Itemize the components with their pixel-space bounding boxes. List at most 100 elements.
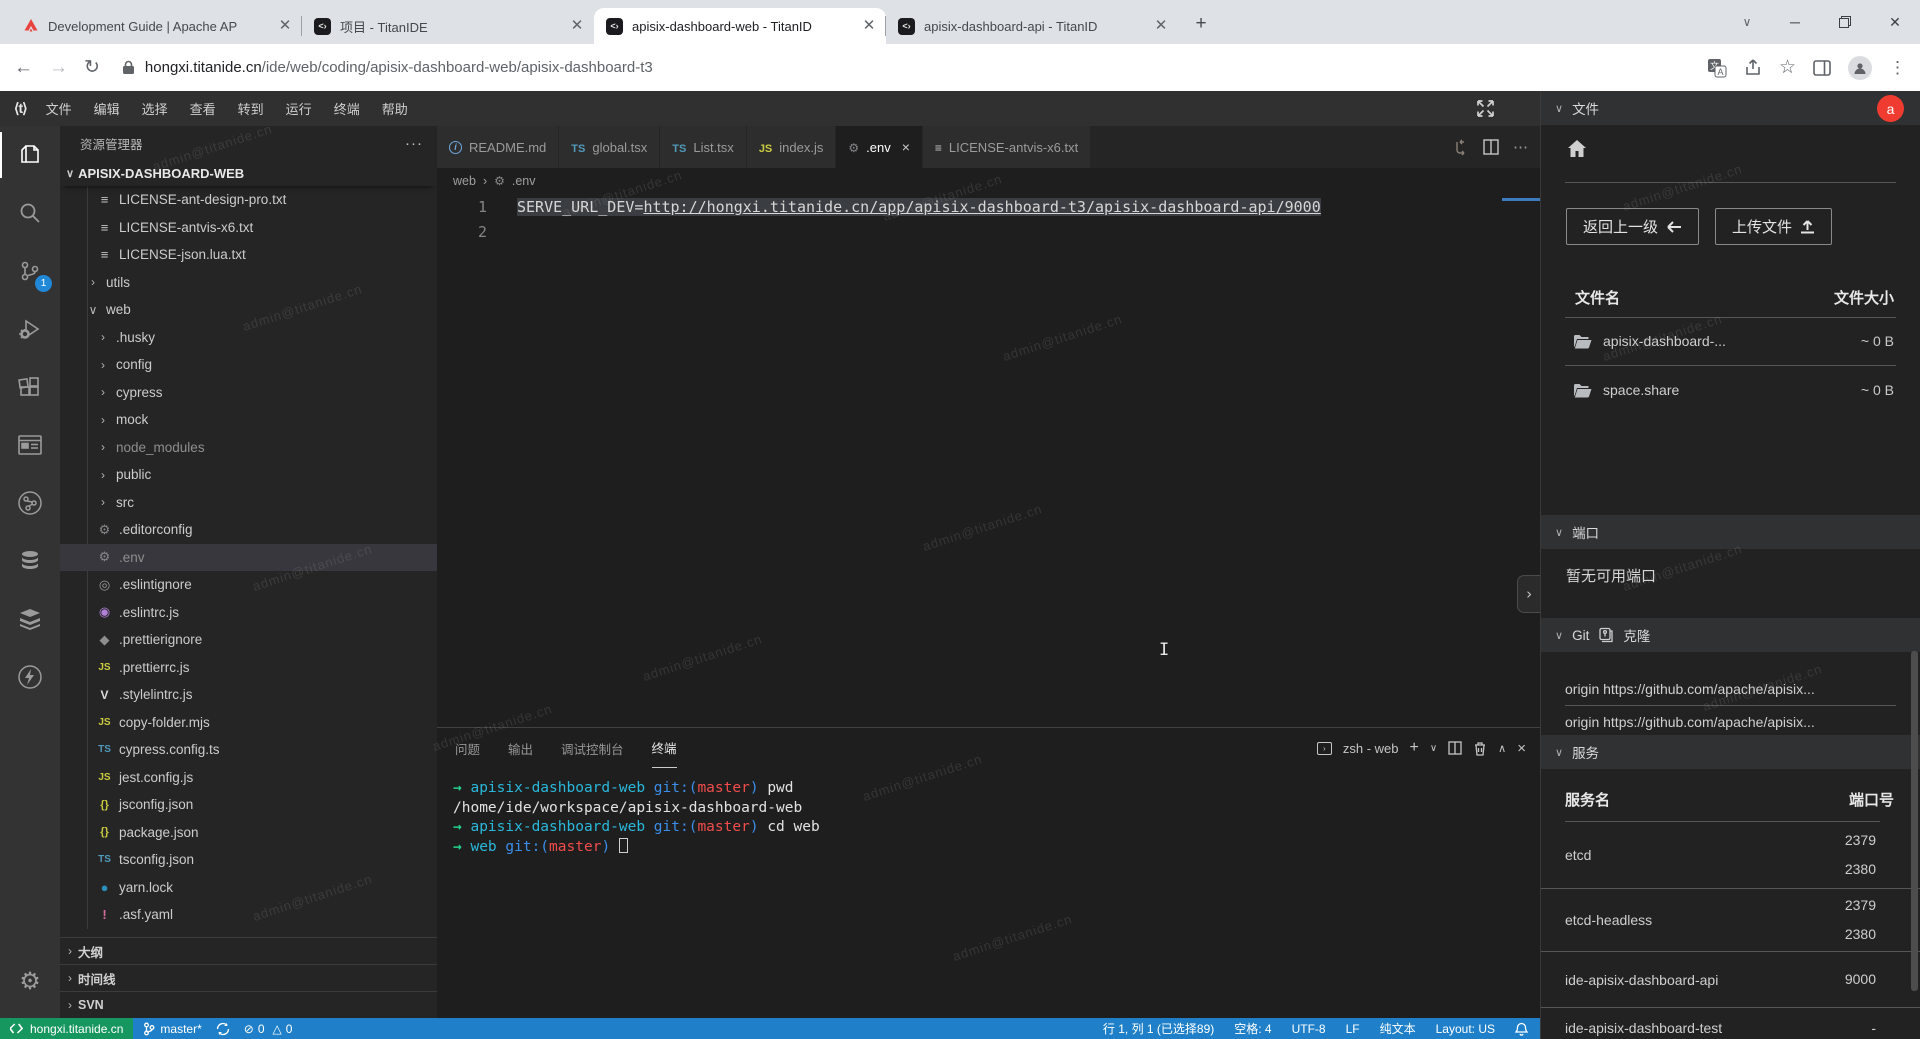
- svn-section[interactable]: ›SVN: [60, 991, 437, 1018]
- tree-file-package.json[interactable]: {}package.json: [60, 819, 437, 847]
- files-section-header[interactable]: ∨ 文件: [1541, 91, 1920, 125]
- split-editor-icon[interactable]: [1483, 139, 1499, 155]
- menu-2[interactable]: 编辑: [83, 91, 131, 126]
- explorer-activity-icon[interactable]: [0, 126, 60, 184]
- new-tab-button[interactable]: +: [1186, 9, 1216, 39]
- menu-1[interactable]: 文件: [35, 91, 83, 126]
- more-actions-icon[interactable]: ⋯: [1513, 138, 1528, 156]
- extensions-activity-icon[interactable]: [0, 358, 60, 416]
- encoding-setting[interactable]: UTF-8: [1292, 1022, 1326, 1036]
- service-row-etcd-headless[interactable]: etcd-headless23792380: [1541, 889, 1920, 952]
- services-section-header[interactable]: ∨ 服务: [1541, 735, 1920, 769]
- tree-file-.prettierignore[interactable]: ◆.prettierignore: [60, 626, 437, 654]
- panel-tab-输出[interactable]: 输出: [508, 728, 533, 768]
- tree-file-LICENSE-ant-design-pro.txt[interactable]: ≡LICENSE-ant-design-pro.txt: [60, 186, 437, 214]
- git-remote-row[interactable]: origin https://github.com/apache/apisix.…: [1541, 709, 1920, 735]
- file-row-apisix-dashboard-...[interactable]: apisix-dashboard-...~ 0 B: [1541, 321, 1920, 361]
- tree-file-.editorconfig[interactable]: ⚙.editorconfig: [60, 516, 437, 544]
- browser-menu-kebab-icon[interactable]: ⋮: [1889, 58, 1906, 78]
- close-tab-icon[interactable]: ✕: [568, 17, 586, 35]
- tree-file-jsconfig.json[interactable]: {}jsconfig.json: [60, 791, 437, 819]
- tree-file-.prettierrc.js[interactable]: JS.prettierrc.js: [60, 654, 437, 682]
- close-tab-icon[interactable]: ✕: [860, 17, 878, 35]
- menu-7[interactable]: 终端: [323, 91, 371, 126]
- tree-folder-web[interactable]: ∨web: [60, 296, 437, 324]
- tree-file-.stylelintrc.js[interactable]: V.stylelintrc.js: [60, 681, 437, 709]
- browser-tab-4[interactable]: <›apisix-dashboard-api - TitanID✕: [886, 8, 1178, 44]
- eol-setting[interactable]: LF: [1346, 1022, 1360, 1036]
- run-debug-activity-icon[interactable]: [0, 300, 60, 358]
- git-clone-label[interactable]: 克隆: [1623, 625, 1650, 645]
- tree-file-LICENSE-antvis-x6.txt[interactable]: ≡LICENSE-antvis-x6.txt: [60, 214, 437, 242]
- service-row-ide-apisix-dashboard-test[interactable]: ide-apisix-dashboard-test-: [1541, 1008, 1920, 1039]
- editor-tab-global.tsx[interactable]: TSglobal.tsx: [559, 126, 659, 168]
- translate-icon[interactable]: 文A: [1707, 58, 1727, 78]
- explorer-root-folder[interactable]: ∨ APISIX-DASHBOARD-WEB: [60, 161, 437, 186]
- outline-section[interactable]: ›大纲: [60, 937, 437, 964]
- service-row-etcd[interactable]: etcd23792380: [1541, 821, 1920, 889]
- panel-tab-终端[interactable]: 终端: [652, 728, 677, 768]
- editor-tab-.env[interactable]: ⚙.env×: [836, 126, 922, 168]
- bookmark-star-icon[interactable]: ☆: [1779, 56, 1796, 79]
- database-activity-icon[interactable]: [0, 532, 60, 590]
- close-tab-icon[interactable]: ✕: [1152, 17, 1170, 35]
- terminal-shell-label[interactable]: zsh - web: [1343, 741, 1399, 756]
- fullscreen-icon[interactable]: [1476, 99, 1495, 118]
- new-terminal-icon[interactable]: +: [1410, 739, 1419, 757]
- tree-file-jest.config.js[interactable]: JSjest.config.js: [60, 764, 437, 792]
- tree-file-tsconfig.json[interactable]: TStsconfig.json: [60, 846, 437, 874]
- tree-file-yarn.lock[interactable]: ●yarn.lock: [60, 874, 437, 902]
- terminal-dropdown-icon[interactable]: ∨: [1430, 743, 1437, 754]
- upload-file-button[interactable]: 上传文件: [1715, 208, 1832, 245]
- menu-6[interactable]: 运行: [275, 91, 323, 126]
- browser-tab-1[interactable]: Development Guide | Apache AP✕: [10, 8, 302, 44]
- tree-folder-utils[interactable]: ›utils: [60, 269, 437, 297]
- timeline-section[interactable]: ›时间线: [60, 964, 437, 991]
- browser-tab-3[interactable]: <›apisix-dashboard-web - TitanID✕: [594, 8, 886, 44]
- branch-indicator[interactable]: master*: [143, 1022, 201, 1036]
- address-bar[interactable]: hongxi.titanide.cn/ide/web/coding/apisix…: [122, 59, 1691, 76]
- explorer-more-icon[interactable]: ···: [405, 135, 423, 152]
- tree-file-.env[interactable]: ⚙.env: [60, 544, 437, 572]
- keyboard-layout[interactable]: Layout: US: [1436, 1022, 1495, 1036]
- code-area[interactable]: 1 SERVE_URL_DEV=http://hongxi.titanide.c…: [437, 194, 1540, 727]
- browser-tab-2[interactable]: <›项目 - TitanIDE✕: [302, 8, 594, 44]
- remote-indicator[interactable]: hongxi.titanide.cn: [0, 1018, 133, 1039]
- maximize-button[interactable]: [1820, 0, 1870, 44]
- reload-icon[interactable]: ↻: [84, 56, 100, 79]
- panel-expand-flap[interactable]: ›: [1517, 575, 1540, 613]
- breadcrumb-file[interactable]: .env: [512, 174, 536, 188]
- sync-icon[interactable]: [216, 1022, 230, 1036]
- close-panel-icon[interactable]: ×: [1517, 740, 1526, 757]
- split-terminal-icon[interactable]: [1448, 741, 1462, 755]
- language-mode[interactable]: 纯文本: [1380, 1020, 1416, 1037]
- editor-tab-index.js[interactable]: JSindex.js: [747, 126, 836, 168]
- preview-activity-icon[interactable]: [0, 416, 60, 474]
- git-remote-row[interactable]: origin https://github.com/apache/apisix.…: [1541, 676, 1920, 702]
- source-control-activity-icon[interactable]: 1: [0, 242, 60, 300]
- settings-gear-icon[interactable]: ⚙: [0, 952, 60, 1010]
- tree-folder-cypress[interactable]: ›cypress: [60, 379, 437, 407]
- file-row-space.share[interactable]: space.share~ 0 B: [1541, 370, 1920, 410]
- tree-folder-.husky[interactable]: ›.husky: [60, 324, 437, 352]
- menu-3[interactable]: 选择: [131, 91, 179, 126]
- git-section-header[interactable]: ∨ Git 克隆: [1541, 618, 1920, 652]
- compare-changes-icon[interactable]: [1452, 139, 1469, 156]
- menu-4[interactable]: 查看: [179, 91, 227, 126]
- minimize-button[interactable]: ─: [1770, 0, 1820, 44]
- ports-section-header[interactable]: ∨ 端口: [1541, 515, 1920, 549]
- home-breadcrumb-icon[interactable]: [1567, 139, 1920, 158]
- tree-file-copy-folder.mjs[interactable]: JScopy-folder.mjs: [60, 709, 437, 737]
- tree-folder-config[interactable]: ›config: [60, 351, 437, 379]
- tree-file-.eslintignore[interactable]: ◎.eslintignore: [60, 571, 437, 599]
- user-avatar[interactable]: a: [1877, 95, 1904, 122]
- browser-profile-avatar[interactable]: [1848, 56, 1872, 80]
- tree-folder-mock[interactable]: ›mock: [60, 406, 437, 434]
- close-window-button[interactable]: ✕: [1870, 0, 1920, 44]
- panel-tab-问题[interactable]: 问题: [455, 728, 480, 768]
- cursor-position[interactable]: 行 1, 列 1 (已选择89): [1103, 1020, 1214, 1037]
- notifications-bell-icon[interactable]: [1515, 1022, 1528, 1036]
- env-var-url[interactable]: http://hongxi.titanide.cn/app/apisix-das…: [643, 198, 1320, 216]
- menu-8[interactable]: 帮助: [371, 91, 419, 126]
- terminal-output[interactable]: → apisix-dashboard-web git:(master) pwd/…: [437, 768, 1540, 857]
